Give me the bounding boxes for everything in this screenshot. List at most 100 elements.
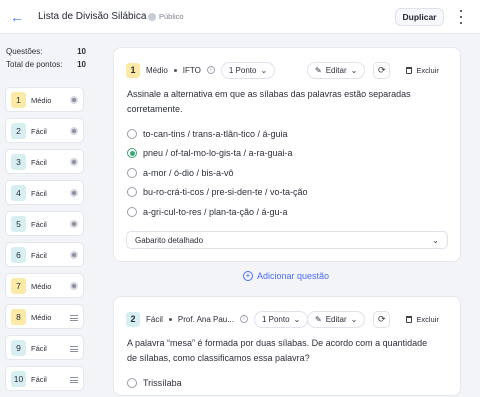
question-card-2: 2 Fácil Prof. Ana Pau... i 1 Ponto ⌄ ✎ E… bbox=[113, 296, 461, 396]
sidebar-question-number: 4 bbox=[11, 185, 26, 201]
back-arrow-icon[interactable]: ← bbox=[10, 10, 24, 24]
points-dropdown[interactable]: 1 Ponto ⌄ bbox=[253, 310, 309, 328]
radio-icon[interactable] bbox=[127, 206, 137, 217]
delete-label: Excluir bbox=[416, 66, 439, 75]
answer-option-label: bu-ro-crá-ti-cos / pre-si-den-te / vo-ta… bbox=[143, 187, 308, 198]
answer-option-label: to-can-tins / trans-a-tlân-tico / á-guia bbox=[143, 128, 288, 139]
sidebar-question-number: 6 bbox=[11, 247, 26, 263]
sidebar: Questões: 10 Total de pontos: 10 1 Médio 2… bbox=[0, 35, 92, 391]
answer-options: to-can-tins / trans-a-tlân-tico / á-guia… bbox=[127, 124, 447, 222]
duplicate-button[interactable]: Duplicar bbox=[395, 8, 444, 26]
sidebar-question-number: 7 bbox=[11, 278, 26, 294]
question-text: Assinale a alternativa em que as sílabas… bbox=[127, 89, 411, 114]
radio-icon bbox=[70, 127, 78, 135]
answer-option[interactable]: Trissílaba bbox=[127, 373, 182, 393]
sidebar-question-level: Médio bbox=[31, 96, 52, 105]
sidebar-question-level: Fácil bbox=[31, 375, 47, 384]
refresh-icon: ⟳ bbox=[378, 65, 386, 75]
pencil-icon: ✎ bbox=[315, 315, 322, 324]
sidebar-question-level: Fácil bbox=[31, 344, 47, 353]
question-number: 2 bbox=[126, 311, 140, 327]
answer-option[interactable]: to-can-tins / trans-a-tlân-tico / á-guia bbox=[127, 124, 447, 144]
edit-button[interactable]: ✎ Editar ⌄ bbox=[307, 311, 366, 328]
top-bar: ← Lista de Divisão Silábica Público Dupl… bbox=[0, 0, 480, 34]
sidebar-question-level: Fácil bbox=[31, 127, 47, 136]
sidebar-question-item[interactable]: 2 Fácil bbox=[5, 118, 84, 143]
radio-icon[interactable] bbox=[127, 187, 137, 198]
edit-label: Editar bbox=[325, 315, 347, 324]
plus-circle-icon: + bbox=[243, 271, 253, 281]
radio-icon[interactable] bbox=[127, 148, 137, 159]
radio-icon[interactable] bbox=[127, 167, 137, 178]
points-dropdown[interactable]: 1 Ponto ⌄ bbox=[220, 61, 276, 79]
lines-icon bbox=[70, 346, 78, 352]
chevron-down-icon: ⌄ bbox=[260, 65, 268, 75]
sidebar-question-number: 5 bbox=[11, 216, 26, 232]
answer-option-label: a-mor / ó-dio / bis-a-vô bbox=[143, 167, 234, 178]
sidebar-question-number: 9 bbox=[11, 340, 26, 356]
delete-button[interactable]: Excluir bbox=[406, 66, 439, 75]
trash-icon bbox=[406, 67, 413, 74]
stats-panel: Questões: 10 Total de pontos: 10 bbox=[6, 45, 86, 71]
sidebar-question-level: Médio bbox=[31, 313, 52, 322]
edit-button[interactable]: ✎ Editar ⌄ bbox=[307, 62, 366, 79]
sidebar-question-number: 2 bbox=[11, 123, 26, 139]
question-card-1: 1 Médio IFTO i 1 Ponto ⌄ ✎ Editar ⌄ ⟳ Ex… bbox=[113, 47, 461, 262]
radio-icon[interactable] bbox=[127, 377, 137, 388]
refresh-button[interactable]: ⟳ bbox=[373, 311, 391, 328]
chevron-down-icon: ⌄ bbox=[293, 314, 301, 324]
sidebar-question-item[interactable]: 1 Médio bbox=[5, 87, 84, 112]
points-label: 1 Ponto bbox=[261, 314, 290, 324]
question-number: 1 bbox=[126, 62, 140, 78]
add-question-label: Adicionar questão bbox=[257, 271, 330, 281]
difficulty-label: Médio bbox=[146, 65, 168, 75]
sidebar-question-number: 8 bbox=[11, 309, 26, 325]
chevron-down-icon: ⌄ bbox=[350, 315, 358, 324]
total-points-value: 10 bbox=[77, 60, 86, 69]
sidebar-question-level: Médio bbox=[31, 282, 52, 291]
answer-option[interactable]: pneu / of-tal-mo-lo-gis-ta / a-ra-guai-a bbox=[127, 144, 447, 164]
sidebar-question-level: Fácil bbox=[31, 220, 47, 229]
answer-option[interactable]: bu-ro-crá-ti-cos / pre-si-den-te / vo-ta… bbox=[127, 183, 447, 203]
lines-icon bbox=[70, 377, 78, 383]
answer-option[interactable]: a-gri-cul-to-res / plan-ta-ção / á-gu-a bbox=[127, 202, 447, 222]
info-icon[interactable]: i bbox=[206, 66, 215, 74]
points-label: 1 Ponto bbox=[228, 65, 257, 75]
sidebar-question-item[interactable]: 6 Fácil bbox=[5, 242, 84, 267]
radio-icon[interactable] bbox=[127, 128, 137, 139]
sidebar-question-item[interactable]: 8 Médio bbox=[5, 304, 84, 329]
more-options-icon[interactable] bbox=[456, 10, 466, 24]
sidebar-question-level: Fácil bbox=[31, 251, 47, 260]
edit-label: Editar bbox=[325, 66, 347, 75]
sidebar-question-level: Fácil bbox=[31, 189, 47, 198]
delete-button[interactable]: Excluir bbox=[406, 315, 439, 324]
globe-icon bbox=[148, 12, 156, 21]
visibility-badge: Público bbox=[148, 12, 184, 21]
sidebar-question-item[interactable]: 10 Fácil bbox=[5, 366, 84, 391]
sidebar-question-number: 10 bbox=[11, 371, 26, 387]
answer-option-label: Trissílaba bbox=[143, 377, 182, 388]
sidebar-question-item[interactable]: 5 Fácil bbox=[5, 211, 84, 236]
question-text: A palavra “mesa” é formada por duas síla… bbox=[127, 338, 428, 363]
answer-option[interactable]: a-mor / ó-dio / bis-a-vô bbox=[127, 163, 447, 183]
pencil-icon: ✎ bbox=[315, 66, 322, 75]
sidebar-question-item[interactable]: 9 Fácil bbox=[5, 335, 84, 360]
questions-count-label: Questões: bbox=[6, 47, 43, 56]
total-points-label: Total de pontos: bbox=[6, 60, 63, 69]
total-points-row: Total de pontos: 10 bbox=[6, 58, 86, 71]
sidebar-question-number: 1 bbox=[11, 92, 26, 108]
sidebar-question-item[interactable]: 3 Fácil bbox=[5, 149, 84, 174]
sidebar-question-level: Fácil bbox=[31, 158, 47, 167]
sidebar-question-item[interactable]: 4 Fácil bbox=[5, 180, 84, 205]
sidebar-question-item[interactable]: 7 Médio bbox=[5, 273, 84, 298]
info-icon[interactable]: i bbox=[239, 315, 248, 323]
refresh-icon: ⟳ bbox=[378, 314, 386, 324]
add-question-button[interactable]: + Adicionar questão bbox=[243, 271, 329, 281]
detailed-answer-dropdown[interactable]: Gabarito detalhado ⌄ bbox=[126, 231, 448, 249]
separator-dot bbox=[168, 317, 172, 321]
source-label: IFTO bbox=[182, 65, 201, 75]
answer-option-label: pneu / of-tal-mo-lo-gis-ta / a-ra-guai-a bbox=[143, 148, 293, 159]
chevron-down-icon: ⌄ bbox=[350, 66, 358, 75]
sidebar-question-number: 3 bbox=[11, 154, 26, 170]
refresh-button[interactable]: ⟳ bbox=[373, 62, 391, 79]
